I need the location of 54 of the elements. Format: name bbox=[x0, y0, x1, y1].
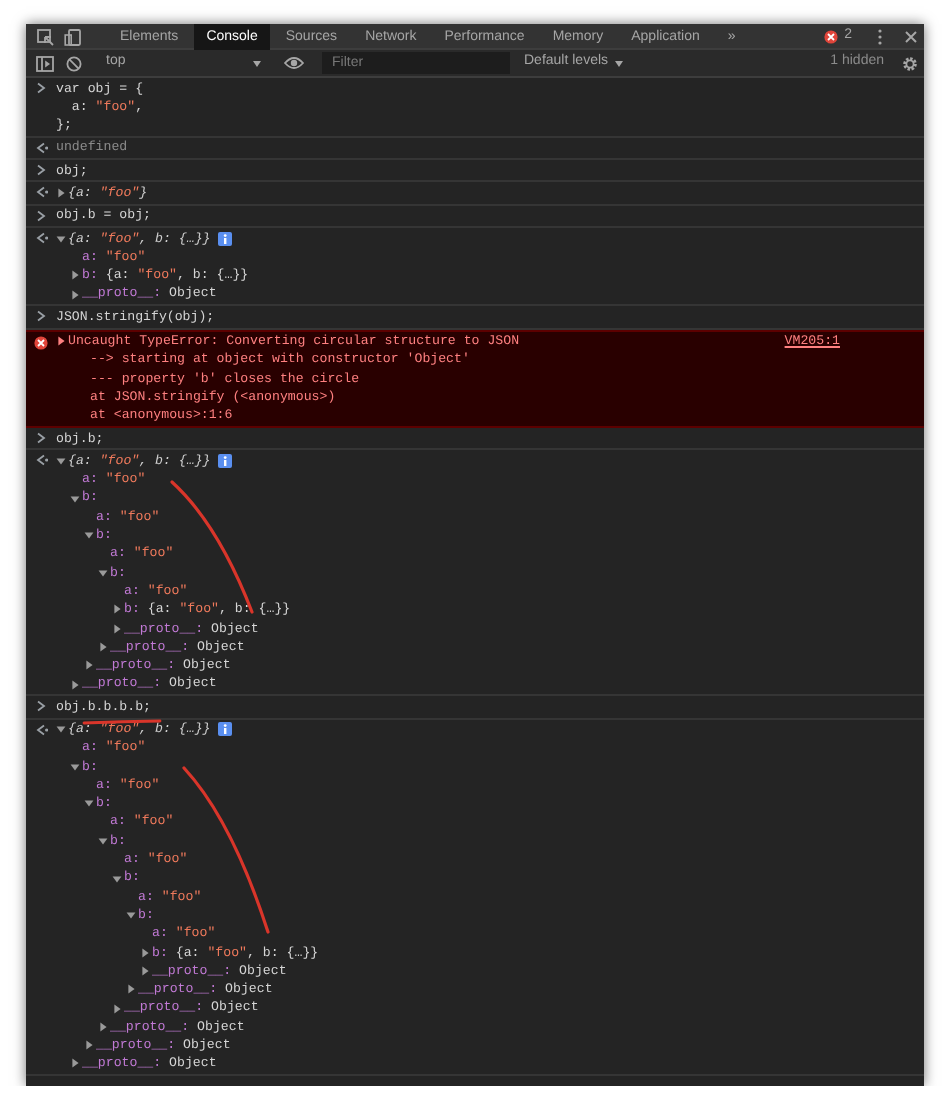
return-arrow-icon bbox=[35, 186, 47, 199]
collapsed-triangle-icon[interactable] bbox=[112, 1003, 122, 1014]
close-icon[interactable] bbox=[904, 29, 918, 43]
caret-icon bbox=[614, 59, 625, 67]
expanded-triangle-icon[interactable] bbox=[126, 910, 136, 921]
collapsed-triangle-icon[interactable] bbox=[56, 188, 66, 199]
expanded-triangle-icon[interactable] bbox=[56, 724, 66, 735]
prompt-icon bbox=[36, 209, 46, 222]
expanded-triangle-icon[interactable] bbox=[112, 873, 122, 884]
more-options-icon[interactable] bbox=[876, 27, 884, 45]
collapsed-triangle-icon[interactable] bbox=[140, 966, 150, 976]
return-arrow-icon bbox=[35, 141, 47, 154]
error-icon bbox=[824, 29, 839, 43]
device-toggle-icon[interactable] bbox=[64, 27, 82, 45]
return-arrow-icon bbox=[35, 454, 47, 467]
expanded-triangle-icon[interactable] bbox=[70, 493, 80, 504]
expanded-triangle-icon[interactable] bbox=[70, 761, 80, 772]
prompt-icon bbox=[36, 310, 46, 323]
expanded-triangle-icon[interactable] bbox=[84, 530, 94, 541]
prompt-icon bbox=[36, 700, 46, 713]
collapsed-triangle-icon[interactable] bbox=[126, 984, 136, 995]
return-arrow-icon bbox=[35, 232, 47, 245]
clear-console-icon[interactable] bbox=[66, 55, 82, 71]
collapsed-triangle-icon[interactable] bbox=[70, 270, 80, 281]
collapsed-triangle-icon[interactable] bbox=[140, 947, 150, 958]
collapsed-triangle-icon[interactable] bbox=[84, 660, 94, 671]
return-arrow-icon bbox=[35, 723, 47, 735]
error-icon bbox=[34, 335, 48, 350]
collapsed-triangle-icon[interactable] bbox=[84, 1040, 94, 1051]
expanded-triangle-icon[interactable] bbox=[98, 835, 108, 846]
prompt-icon bbox=[36, 82, 46, 94]
collapsed-triangle-icon[interactable] bbox=[70, 679, 80, 690]
collapsed-triangle-icon[interactable] bbox=[98, 641, 108, 652]
prompt-icon bbox=[36, 432, 46, 445]
sidebar-toggle-icon[interactable] bbox=[36, 55, 54, 71]
prompt-icon bbox=[36, 164, 46, 177]
caret-icon bbox=[252, 59, 262, 67]
eye-icon[interactable] bbox=[284, 56, 304, 70]
info-icon[interactable] bbox=[218, 722, 233, 737]
inspect-icon[interactable] bbox=[36, 27, 54, 45]
info-icon[interactable] bbox=[218, 231, 233, 246]
collapsed-triangle-icon[interactable] bbox=[70, 1058, 80, 1069]
expanded-triangle-icon[interactable] bbox=[56, 455, 66, 466]
collapsed-triangle-icon[interactable] bbox=[70, 289, 80, 300]
settings-icon[interactable] bbox=[902, 55, 918, 71]
info-icon[interactable] bbox=[218, 453, 233, 468]
expanded-triangle-icon[interactable] bbox=[56, 233, 66, 244]
collapsed-triangle-icon[interactable] bbox=[98, 1021, 108, 1032]
expanded-triangle-icon[interactable] bbox=[84, 798, 94, 809]
annotation-stroke bbox=[82, 719, 162, 725]
collapsed-triangle-icon[interactable] bbox=[112, 604, 122, 615]
collapsed-triangle-icon[interactable] bbox=[112, 623, 122, 634]
expanded-triangle-icon[interactable] bbox=[98, 567, 108, 578]
collapsed-triangle-icon[interactable] bbox=[56, 336, 66, 347]
